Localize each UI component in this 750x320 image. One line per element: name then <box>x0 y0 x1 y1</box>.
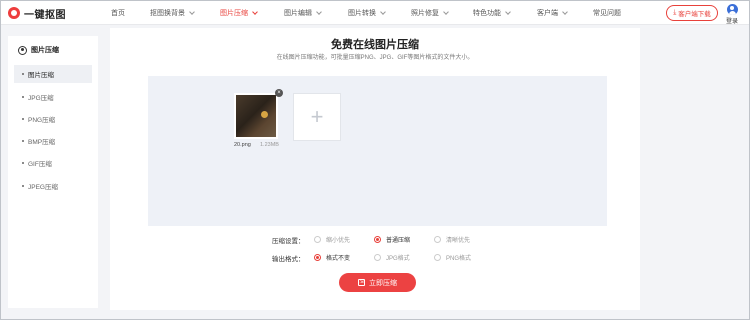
chevron-down-icon <box>380 9 386 15</box>
radio-jpg-format[interactable]: JPG格式 <box>374 253 410 262</box>
sidebar-item-bmp-compress[interactable]: BMP压缩 <box>14 132 92 150</box>
radio-png-format[interactable]: PNG格式 <box>434 253 471 262</box>
compress-settings-row: 压缩设置： 缩小优先 普通压缩 清晰优先 <box>110 235 640 245</box>
compress-now-button[interactable]: ⇲ 立即压缩 <box>339 273 416 292</box>
nav-faq[interactable]: 常见问题 <box>593 8 621 18</box>
radio-normal-compress[interactable]: 普通压缩 <box>374 235 410 244</box>
nav-features[interactable]: 特色功能 <box>473 8 511 18</box>
nav-restore[interactable]: 照片修复 <box>411 8 449 18</box>
radio-checked-icon <box>374 236 381 243</box>
sidebar-title: 图片压缩 <box>18 45 59 55</box>
compress-icon: ⇲ <box>358 279 365 286</box>
page-subtitle: 在线图片压缩功能，可批量压缩PNG、JPG、GIF等图片格式的文件大小。 <box>276 55 474 61</box>
chevron-down-icon <box>505 9 511 15</box>
add-file-button[interactable]: + <box>293 93 341 141</box>
radio-icon <box>434 236 441 243</box>
nav-edit[interactable]: 图片编辑 <box>284 8 322 18</box>
sidebar-item-png-compress[interactable]: PNG压缩 <box>14 110 92 128</box>
thumbnail-image <box>236 95 276 137</box>
radio-icon <box>374 254 381 261</box>
sidebar-item-gif-compress[interactable]: GIF压缩 <box>14 154 92 172</box>
radio-icon <box>314 236 321 243</box>
output-format-label: 输出格式： <box>272 256 305 263</box>
sidebar: 图片压缩 图片压缩 JPG压缩 PNG压缩 BMP压缩 GIF压缩 JPEG压缩 <box>8 36 98 308</box>
download-icon: ⤓ <box>673 9 677 16</box>
plus-icon: + <box>310 104 324 129</box>
compress-icon <box>18 45 27 55</box>
user-icon <box>726 4 738 15</box>
radio-icon <box>434 254 441 261</box>
chevron-down-icon <box>443 9 449 15</box>
compress-settings-label: 压缩设置： <box>272 238 305 245</box>
chevron-down-icon <box>252 9 258 15</box>
client-download-button[interactable]: ⤓ 客户端下载 <box>666 5 718 21</box>
nav-compress[interactable]: 图片压缩 <box>220 8 258 18</box>
nav-convert[interactable]: 图片转换 <box>348 8 386 18</box>
nav-cutout[interactable]: 抠图换背景 <box>150 8 195 18</box>
radio-clarity-first[interactable]: 清晰优先 <box>434 235 470 244</box>
logo-icon <box>8 7 20 19</box>
radio-keep-format[interactable]: 格式不变 <box>314 253 350 262</box>
logo[interactable]: 一键抠图 <box>8 6 66 21</box>
nav-client[interactable]: 客户端 <box>537 8 568 18</box>
top-header: 一键抠图 首页 抠图换背景 图片压缩 图片编辑 图片转换 照片修复 特色功能 客… <box>1 1 749 25</box>
bullet-icon <box>22 73 24 75</box>
file-thumbnail[interactable] <box>234 93 278 139</box>
page-title: 免费在线图片压缩 <box>331 39 419 51</box>
chevron-down-icon <box>562 9 568 15</box>
file-size: 1.23MB <box>260 142 279 148</box>
bullet-icon <box>22 162 24 164</box>
radio-checked-icon <box>314 254 321 261</box>
bullet-icon <box>22 185 24 187</box>
output-format-row: 输出格式： 格式不变 JPG格式 PNG格式 <box>110 253 640 263</box>
bullet-icon <box>22 118 24 120</box>
login-button[interactable]: 登录 <box>723 4 741 25</box>
sidebar-item-image-compress[interactable]: 图片压缩 <box>14 65 92 83</box>
nav-home[interactable]: 首页 <box>111 8 125 18</box>
sidebar-item-jpg-compress[interactable]: JPG压缩 <box>14 88 92 106</box>
sidebar-item-jpeg-compress[interactable]: JPEG压缩 <box>14 177 92 195</box>
remove-file-icon[interactable]: × <box>275 89 283 97</box>
bullet-icon <box>22 96 24 98</box>
upload-dropzone[interactable]: × 20.png 1.23MB + <box>148 76 607 226</box>
logo-text: 一键抠图 <box>24 9 66 21</box>
chevron-down-icon <box>189 9 195 15</box>
chevron-down-icon <box>316 9 322 15</box>
radio-smaller-first[interactable]: 缩小优先 <box>314 235 350 244</box>
bullet-icon <box>22 140 24 142</box>
file-name: 20.png <box>234 142 251 148</box>
main-panel: 免费在线图片压缩 在线图片压缩功能，可批量压缩PNG、JPG、GIF等图片格式的… <box>110 28 640 310</box>
